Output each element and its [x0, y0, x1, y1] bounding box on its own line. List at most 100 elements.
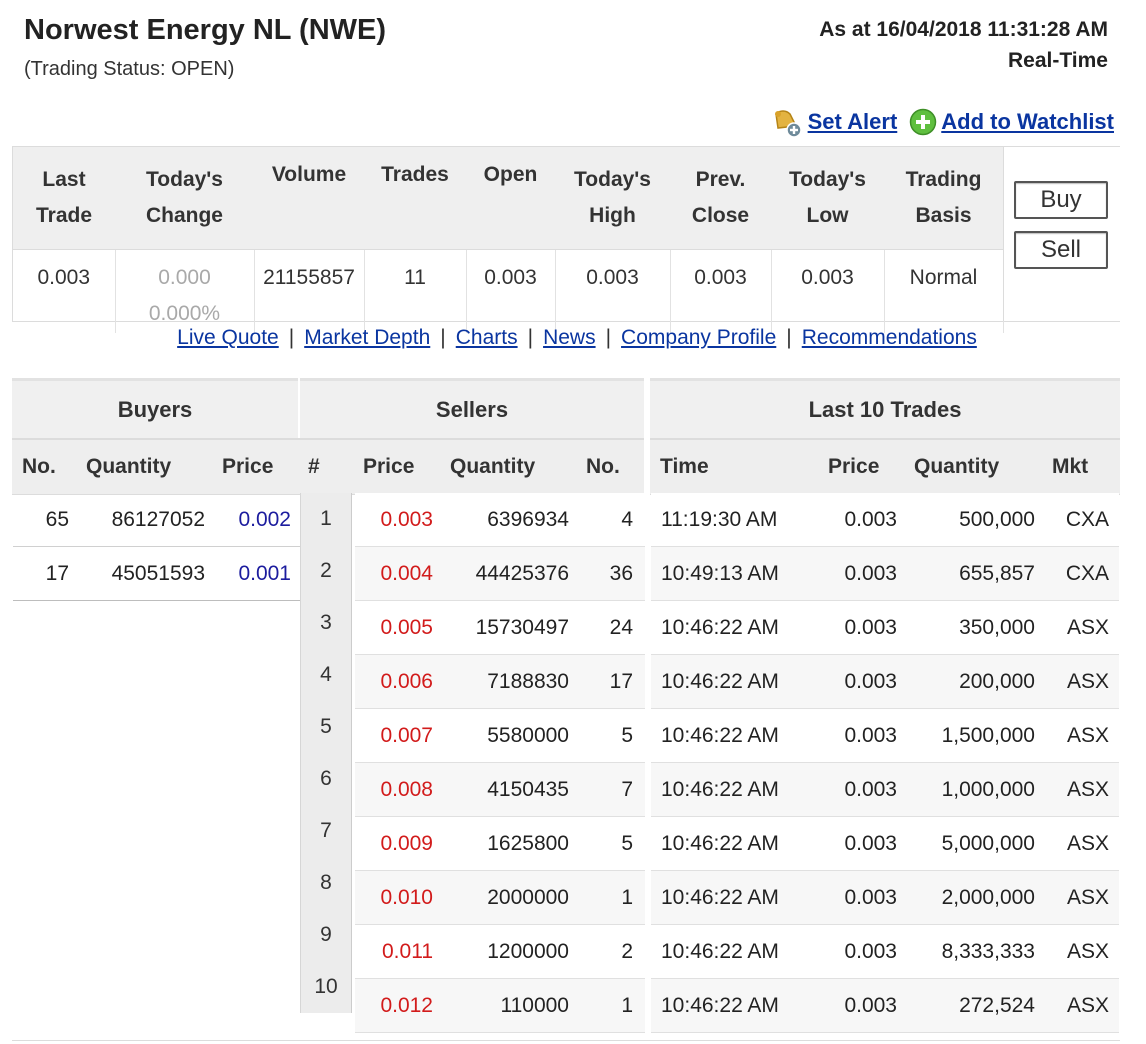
nav-company-profile[interactable]: Company Profile: [621, 326, 776, 349]
seller-no: 2: [621, 940, 633, 963]
trade-row: 10:46:22 AM 0.003 272,524 ASX: [651, 979, 1119, 1033]
trade-row: 10:49:13 AM 0.003 655,857 CXA: [651, 547, 1119, 601]
seller-row: 0.011 1200000 2: [355, 925, 645, 979]
trade-market: CXA: [1065, 508, 1109, 531]
level-number: 2: [320, 559, 332, 582]
trade-row: 10:46:22 AM 0.003 1,000,000 ASX: [651, 763, 1119, 817]
trade-market: CXA: [1065, 562, 1109, 585]
set-alert-label[interactable]: Set Alert: [808, 109, 898, 135]
seller-no: 36: [609, 562, 633, 585]
last-trades-title: Last 10 Trades: [650, 378, 1120, 439]
trade-buttons: Buy Sell: [1003, 147, 1120, 321]
add-watchlist-label[interactable]: Add to Watchlist: [941, 109, 1114, 135]
level-number: 6: [320, 767, 332, 790]
seller-no: 5: [621, 724, 633, 747]
add-watchlist-link[interactable]: Add to Watchlist: [909, 108, 1114, 136]
seller-no: 17: [609, 670, 633, 693]
market-depth: Buyers Sellers No. Quantity Price # Pric…: [12, 378, 645, 1033]
buyers-title: Buyers: [12, 378, 298, 439]
depth-level-column: 1 2 3 4 5 6 7 8 9 10: [300, 493, 352, 1013]
header-last-trade: Last Trade: [13, 147, 115, 250]
trading-basis-value: Normal: [884, 249, 1004, 333]
buy-price-header: Price: [222, 455, 274, 478]
trade-market: ASX: [1066, 778, 1109, 801]
nav-news[interactable]: News: [543, 326, 596, 349]
buyer-price: 0.001: [238, 562, 291, 585]
header-todays-high: Today's High: [555, 147, 670, 250]
trade-market: ASX: [1066, 886, 1109, 909]
level-number: 8: [320, 871, 332, 894]
quote-header-row: Last Trade Today's Change Volume Trades Op…: [13, 147, 1003, 250]
trade-market: ASX: [1066, 616, 1109, 639]
time-header: Time: [660, 455, 709, 478]
open-value: 0.003: [466, 249, 556, 333]
trade-price-header: Price: [828, 455, 880, 478]
sell-price-header: Price: [363, 455, 415, 478]
sell-button[interactable]: Sell: [1014, 231, 1108, 269]
sell-no-header: No.: [586, 455, 620, 478]
quote-value-row: 0.003 0.000 0.000% 21155857 11 0.003 0.00…: [13, 249, 1004, 333]
seller-row: 0.008 4150435 7: [355, 763, 645, 817]
level-number: 4: [320, 663, 332, 686]
trade-quantity-header: Quantity: [914, 455, 1000, 478]
trade-market: ASX: [1066, 724, 1109, 747]
trades-column-headers: Time Price Quantity Mkt: [650, 438, 1120, 495]
level-number: 9: [320, 923, 332, 946]
header-trading-basis: Trading Basis: [884, 147, 1003, 250]
trade-row: 10:46:22 AM 0.003 200,000 ASX: [651, 655, 1119, 709]
header-volume: Volume: [254, 147, 364, 250]
buyer-row: 17 45051593 0.001: [13, 547, 301, 601]
nav-recommendations[interactable]: Recommendations: [802, 326, 977, 349]
nav-live-quote[interactable]: Live Quote: [177, 326, 279, 349]
sellers-title: Sellers: [300, 378, 644, 439]
level-number: 1: [320, 507, 332, 530]
depth-column-headers: No. Quantity Price # Price Quantity No.: [12, 438, 644, 495]
level-number: 3: [320, 611, 332, 634]
trade-market: ASX: [1066, 832, 1109, 855]
seller-row: 0.007 5580000 5: [355, 709, 645, 763]
level-number: 5: [320, 715, 332, 738]
quote-table: Last Trade Today's Change Volume Trades Op…: [13, 147, 1004, 333]
trade-market: ASX: [1066, 994, 1109, 1017]
quote-nav: Live Quote | Market Depth | Charts | News | Comp…: [177, 326, 977, 349]
trade-row: 10:46:22 AM 0.003 350,000 ASX: [651, 601, 1119, 655]
header-todays-low: Today's Low: [771, 147, 884, 250]
seller-no: 7: [621, 778, 633, 801]
bell-alert-icon: [774, 110, 802, 138]
set-alert-link[interactable]: Set Alert: [770, 106, 898, 138]
realtime-label: Real-Time: [1008, 49, 1108, 72]
trade-row: 10:46:22 AM 0.003 2,000,000 ASX: [651, 871, 1119, 925]
seller-no: 1: [621, 994, 633, 1017]
plus-circle-icon: [910, 108, 937, 136]
seller-row: 0.009 1625800 5: [355, 817, 645, 871]
market-header: Mkt: [1052, 455, 1089, 478]
action-links: Set Alert Add to Watchlist: [770, 106, 1114, 138]
buy-quantity-header: Quantity: [86, 455, 172, 478]
buyer-row: 65 86127052 0.002: [13, 493, 301, 547]
level-number: 7: [320, 819, 332, 842]
nav-market-depth[interactable]: Market Depth: [304, 326, 430, 349]
high-value: 0.003: [555, 249, 671, 333]
page-title: Norwest Energy NL (NWE): [24, 14, 387, 46]
todays-change-value: 0.000 0.000%: [115, 249, 255, 333]
seller-no: 5: [621, 832, 633, 855]
seller-row: 0.004 44425376 36: [355, 547, 645, 601]
trade-row: 10:46:22 AM 0.003 8,333,333 ASX: [651, 925, 1119, 979]
volume-value: 21155857: [254, 249, 365, 333]
trading-status: (Trading Status: OPEN): [24, 58, 235, 80]
timestamp-block: As at 16/04/2018 11:31:28 AM Real-Time: [819, 14, 1108, 76]
quote-summary: Last Trade Today's Change Volume Trades Op…: [12, 146, 1120, 333]
header-prev-close: Prev. Close: [670, 147, 771, 250]
seller-no: 1: [621, 886, 633, 909]
nav-charts[interactable]: Charts: [456, 326, 518, 349]
trade-row: 10:46:22 AM 0.003 5,000,000 ASX: [651, 817, 1119, 871]
buy-no-header: No.: [22, 455, 56, 478]
last-trades-panel: Last 10 Trades Time Price Quantity Mkt 1…: [650, 378, 1120, 1034]
header-trades: Trades: [364, 147, 466, 250]
seller-no: 24: [609, 616, 633, 639]
header-todays-change: Today's Change: [115, 147, 254, 250]
sell-quantity-header: Quantity: [450, 455, 536, 478]
level-header: #: [308, 455, 320, 478]
seller-row: 0.010 2000000 1: [355, 871, 645, 925]
buy-button[interactable]: Buy: [1014, 181, 1108, 219]
